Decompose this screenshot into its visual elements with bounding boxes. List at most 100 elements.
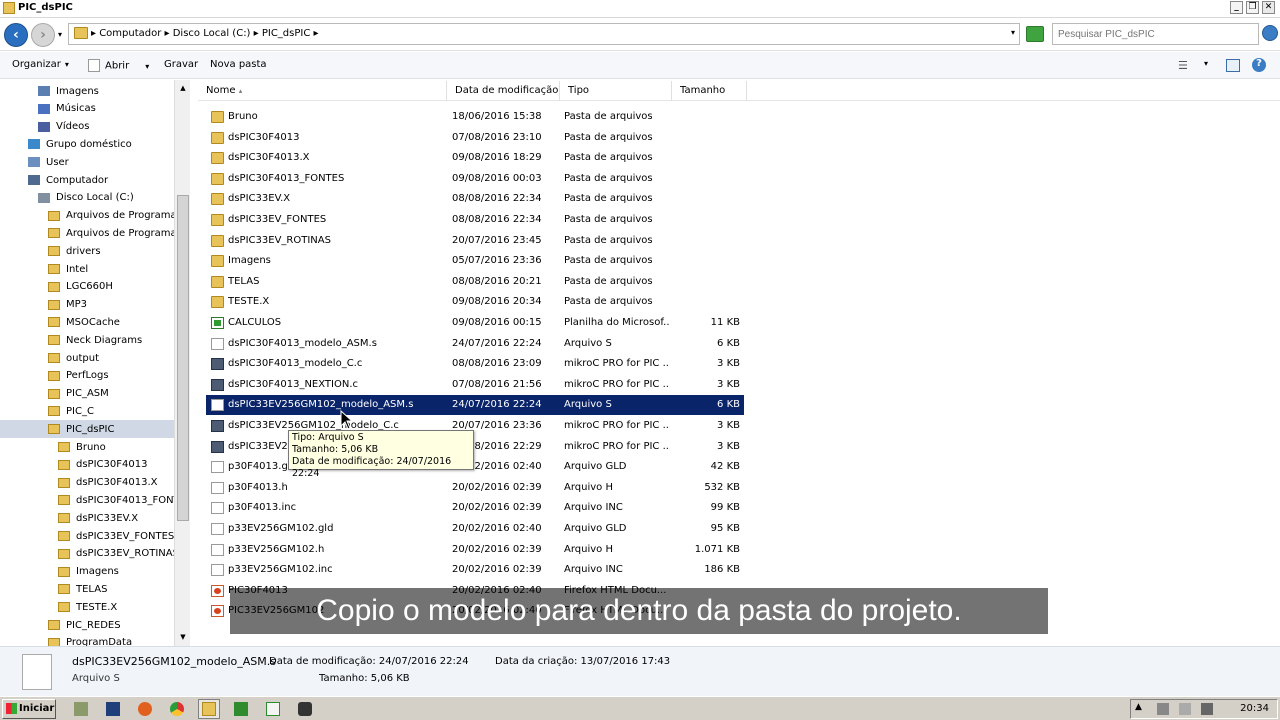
nav-item[interactable]: Grupo doméstico [28,135,174,153]
clock[interactable]: 20:34 [1240,703,1269,714]
file-row[interactable]: dsPIC33EV256GM102_NEXTION.c08/08/2016 22… [206,437,744,457]
nav-item[interactable]: MP3 [48,296,174,314]
network-icon[interactable] [1157,703,1169,715]
file-row[interactable]: dsPIC33EV_ROTINAS 20/07/2016 23:45 Pasta d… [206,231,744,251]
column-header-name[interactable]: Nome ▴ [198,81,447,101]
file-row[interactable]: dsPIC33EV256GM102_modelo_ASM.s 24/07/2016… [206,395,744,416]
explorer-icon[interactable] [198,699,220,719]
back-button[interactable]: ‹ [4,23,28,47]
nav-item[interactable]: PIC_C [48,402,174,420]
device-icon[interactable] [1179,703,1191,715]
nav-item[interactable]: PIC_REDES [48,616,174,634]
nav-item[interactable]: Computador [28,171,174,189]
file-date: 08/08/2016 22:34 [452,193,542,205]
nav-item[interactable]: dsPIC33EV.X [58,509,174,527]
taskbar-app-icon[interactable] [102,699,124,719]
column-header-date[interactable]: Data de modificação [447,81,560,101]
nav-item[interactable]: Vídeos [38,118,174,136]
chevron-up-icon[interactable]: ▲ [1135,702,1142,712]
file-row[interactable]: dsPIC30F4013_modelo_C.c 08/08/2016 23:09 m… [206,354,744,374]
nav-item[interactable]: PerfLogs [48,367,174,385]
file-row[interactable]: p33EV256GM102.gld 20/02/2016 02:40 Arquivo… [206,519,744,539]
file-row[interactable]: p30F4013.inc 20/02/2016 02:39 Arquivo INC 9… [206,498,744,518]
nav-item[interactable]: dsPIC30F4013.X [58,474,174,492]
search-icon[interactable] [1262,25,1278,41]
nav-scrollbar[interactable]: ▲ ▼ [174,80,190,646]
nav-item[interactable]: dsPIC33EV_ROTINAS [58,545,179,563]
view-options-icon[interactable]: ☰ [1178,59,1188,72]
nav-item[interactable]: Neck Diagrams [48,331,174,349]
file-row[interactable]: dsPIC30F4013.X 09/08/2016 18:29 Pasta de a… [206,148,744,168]
organize-button[interactable]: Organizar ▾ [12,59,69,70]
mikroc-icon[interactable] [230,699,252,719]
nav-item[interactable]: ProgramData [48,634,174,646]
nav-item[interactable]: TESTE.X [58,598,174,616]
preview-pane-icon[interactable] [1226,59,1240,72]
taskbar-app-icon[interactable] [70,699,92,719]
scroll-down-icon[interactable]: ▼ [177,631,189,643]
file-row[interactable]: dsPIC33EV.X 08/08/2016 22:34 Pasta de arqu… [206,189,744,209]
file-row[interactable]: dsPIC30F4013_modelo_ASM.s 24/07/2016 22:2… [206,334,744,354]
column-header-size[interactable]: Tamanho [672,81,747,101]
file-row[interactable]: dsPIC30F4013 07/08/2016 23:10 Pasta de arq… [206,128,744,148]
nav-item[interactable]: Disco Local (C:) [38,189,174,207]
chrome-icon[interactable] [166,699,188,719]
nav-item[interactable]: dsPIC33EV_FONTES [58,527,174,545]
nav-item[interactable]: dsPIC30F4013_FONTE [58,491,186,509]
scroll-thumb[interactable] [177,195,189,521]
mikroc-icon[interactable] [262,699,284,719]
nav-item[interactable]: Intel [48,260,174,278]
nav-item[interactable]: Músicas [38,100,174,118]
address-field[interactable]: ▸ Computador ▸ Disco Local (C:) ▸ PIC_ds… [68,23,1020,45]
nav-item[interactable]: PIC_ASM [48,385,174,403]
recent-dropdown-icon[interactable]: ▾ [58,30,62,39]
close-button[interactable]: ✕ [1262,1,1275,14]
file-row[interactable]: p33EV256GM102.h 20/02/2016 02:39 Arquivo H… [206,540,744,560]
nav-item[interactable]: User [28,153,174,171]
scroll-up-icon[interactable]: ▲ [177,82,189,94]
nav-item[interactable]: Imagens [38,82,174,100]
nav-item[interactable]: Arquivos de Programas ( [48,224,189,242]
file-row[interactable]: CALCULOS 09/08/2016 00:15 Planilha do Micr… [206,313,744,333]
nav-item[interactable]: Arquivos de Programas [48,207,182,225]
nav-item[interactable]: TELAS [58,580,174,598]
nav-item[interactable]: Bruno [58,438,174,456]
nav-item[interactable]: MSOCache [48,313,174,331]
file-row[interactable]: dsPIC30F4013_NEXTION.c 07/08/2016 21:56 mi… [206,375,744,395]
nav-item[interactable]: dsPIC30F4013 [58,456,174,474]
breadcrumb[interactable]: ▸ Computador ▸ Disco Local (C:) ▸ PIC_ds… [91,28,319,39]
file-row[interactable]: dsPIC30F4013_FONTES 09/08/2016 00:03 Pasta… [206,169,744,189]
file-row[interactable]: p30F4013.gld 20/02/2016 02:40 Arquivo GLD 4… [206,457,744,477]
nav-item[interactable]: output [48,349,174,367]
nav-item[interactable]: Imagens [58,563,174,581]
open-button[interactable]: Abrir ▾ [88,59,149,72]
file-row[interactable]: p33EV256GM102.inc 20/02/2016 02:39 Arquivo… [206,560,744,580]
forward-button[interactable]: › [31,23,55,47]
file-row[interactable]: TELAS 08/08/2016 20:21 Pasta de arquivos [206,272,744,292]
refresh-button[interactable] [1026,26,1044,42]
file-row[interactable]: TESTE.X 09/08/2016 20:34 Pasta de arquivos [206,292,744,312]
search-input[interactable] [1052,23,1259,45]
restore-button[interactable]: ❐ [1246,1,1259,14]
column-header-type[interactable]: Tipo [560,81,672,101]
file-row[interactable]: p30F4013.h 20/02/2016 02:39 Arquivo H 532 K… [206,478,744,498]
firefox-icon[interactable] [134,699,156,719]
new-folder-button[interactable]: Nova pasta [210,59,267,70]
tooltip-size: Tamanho: 5,06 KB [292,444,379,455]
help-icon[interactable]: ? [1252,58,1266,72]
chevron-down-icon[interactable]: ▾ [1204,59,1208,68]
volume-icon[interactable] [1201,703,1213,715]
nav-item[interactable]: drivers [48,242,174,260]
chevron-down-icon[interactable]: ▾ [1011,28,1015,37]
file-row[interactable]: Imagens 05/07/2016 23:36 Pasta de arquivos [206,251,744,271]
nav-item[interactable]: PIC_dsPIC [0,420,174,439]
file-row[interactable]: Bruno 18/06/2016 15:38 Pasta de arquivos [206,107,744,127]
file-row[interactable]: dsPIC33EV_FONTES 08/08/2016 22:34 Pasta de… [206,210,744,230]
minimize-button[interactable]: _ [1230,1,1243,14]
close-app-icon[interactable] [294,699,316,719]
start-button[interactable]: Iniciar [2,699,56,719]
folder-icon [48,299,60,310]
nav-item[interactable]: LGC660H [48,278,174,296]
file-row[interactable]: dsPIC33EV256GM102_modelo_C.c 20/07/2016 2… [206,416,744,436]
burn-button[interactable]: Gravar [164,59,198,70]
